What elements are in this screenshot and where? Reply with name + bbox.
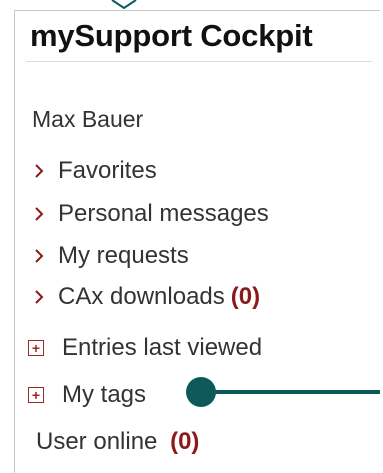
expand-entries-last-viewed[interactable]: + Entries last viewed: [28, 334, 262, 362]
callout-pointer-dot: [186, 377, 216, 407]
user-online-count: (0): [170, 428, 200, 455]
nav-item-label: My requests: [58, 242, 189, 269]
downloads-count-badge: (0): [230, 283, 261, 310]
nav-item-personal-messages[interactable]: Personal messages: [30, 200, 269, 228]
user-online-status: User online (0): [36, 428, 199, 456]
nav-item-label: CAx downloads: [58, 283, 225, 310]
user-online-label: User online: [36, 428, 158, 455]
nav-item-label: Favorites: [58, 157, 157, 184]
title-divider: [26, 61, 372, 62]
panel-title: mySupport Cockpit: [30, 18, 313, 53]
plus-box-icon: +: [28, 387, 44, 403]
plus-box-icon: +: [28, 340, 44, 356]
chevron-right-icon: [30, 246, 48, 266]
nav-item-my-requests[interactable]: My requests: [30, 242, 189, 270]
chevron-right-icon: [30, 161, 48, 181]
nav-item-label: Personal messages: [58, 200, 269, 227]
nav-item-cax-downloads[interactable]: CAx downloads (0): [30, 283, 260, 311]
expand-item-label: Entries last viewed: [62, 334, 263, 361]
expand-item-label: My tags: [62, 381, 147, 408]
chevron-right-icon: [30, 287, 48, 307]
expand-my-tags[interactable]: + My tags: [28, 381, 146, 409]
chevron-right-icon: [30, 204, 48, 224]
panel-top-marker-icon: [111, 0, 137, 9]
callout-pointer-line: [204, 390, 380, 394]
user-name: Max Bauer: [32, 106, 144, 132]
nav-item-favorites[interactable]: Favorites: [30, 157, 157, 185]
